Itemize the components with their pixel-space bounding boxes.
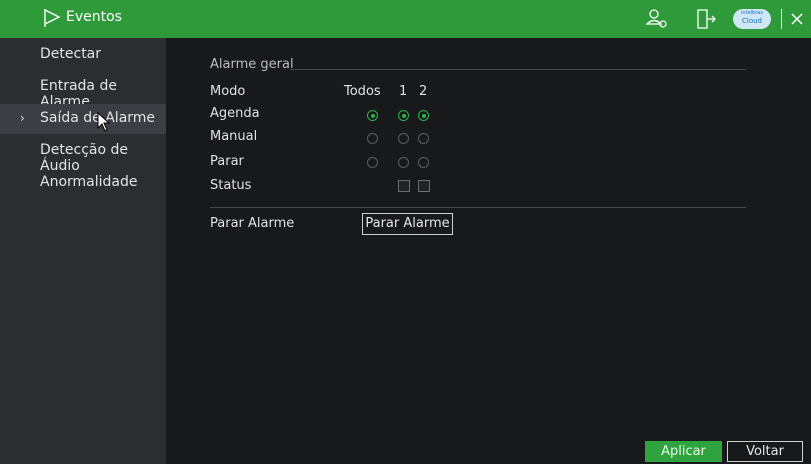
manual-all-radio[interactable] xyxy=(367,133,378,144)
cloud-brand-line: intelbras xyxy=(741,10,763,16)
sidebar-item-saida-alarme[interactable]: › Saída de Alarme xyxy=(0,104,166,134)
cloud-label: Cloud xyxy=(742,17,762,25)
agenda-label: Agenda xyxy=(210,106,260,121)
status-2-indicator xyxy=(418,180,430,192)
agenda-2-radio[interactable] xyxy=(418,110,429,121)
main-panel xyxy=(166,38,811,464)
agenda-all-radio[interactable] xyxy=(367,110,378,121)
sidebar-item-label: Detectar xyxy=(40,46,102,62)
sidebar-item-anormalidade[interactable]: Anormalidade xyxy=(0,168,166,198)
parar-1-radio[interactable] xyxy=(398,157,409,168)
sidebar-item-label: Anormalidade xyxy=(40,174,138,190)
sidebar-item-deteccao-audio[interactable]: Detecção de Áudio xyxy=(0,136,166,174)
section-divider xyxy=(210,207,746,208)
parar-all-radio[interactable] xyxy=(367,157,378,168)
cloud-badge[interactable]: intelbras Cloud xyxy=(733,9,771,29)
mode-label: Modo xyxy=(210,84,246,99)
stop-alarm-label: Parar Alarme xyxy=(210,216,295,231)
page-title: Eventos xyxy=(66,9,122,25)
logout-icon[interactable] xyxy=(695,8,717,30)
column-all: Todos xyxy=(344,84,381,99)
sidebar-item-detectar[interactable]: Detectar xyxy=(0,40,166,70)
parar-label: Parar xyxy=(210,154,244,169)
status-1-indicator xyxy=(398,180,410,192)
manual-1-radio[interactable] xyxy=(398,133,409,144)
manual-2-radio[interactable] xyxy=(418,133,429,144)
status-label: Status xyxy=(210,178,252,193)
flag-icon xyxy=(44,9,61,27)
apply-button[interactable]: Aplicar xyxy=(645,441,722,462)
mouse-cursor-icon xyxy=(97,112,111,132)
group-divider xyxy=(290,69,746,70)
stop-alarm-button[interactable]: Parar Alarme xyxy=(362,213,453,235)
parar-2-radio[interactable] xyxy=(418,157,429,168)
group-title: Alarme geral xyxy=(210,57,294,72)
column-2: 2 xyxy=(419,84,428,99)
back-button[interactable]: Voltar xyxy=(727,441,803,462)
close-icon[interactable] xyxy=(790,12,804,26)
title-bar: Eventos intelbras Cloud xyxy=(0,0,811,38)
sidebar-item-entrada-alarme[interactable]: Entrada de Alarme xyxy=(0,72,166,110)
sidebar: Detectar Entrada de Alarme › Saída de Al… xyxy=(0,38,166,464)
chevron-right-icon: › xyxy=(20,111,25,125)
title-divider xyxy=(781,9,782,29)
agenda-1-radio[interactable] xyxy=(398,110,409,121)
manual-label: Manual xyxy=(210,129,258,144)
user-settings-icon[interactable] xyxy=(645,8,669,30)
column-1: 1 xyxy=(399,84,408,99)
